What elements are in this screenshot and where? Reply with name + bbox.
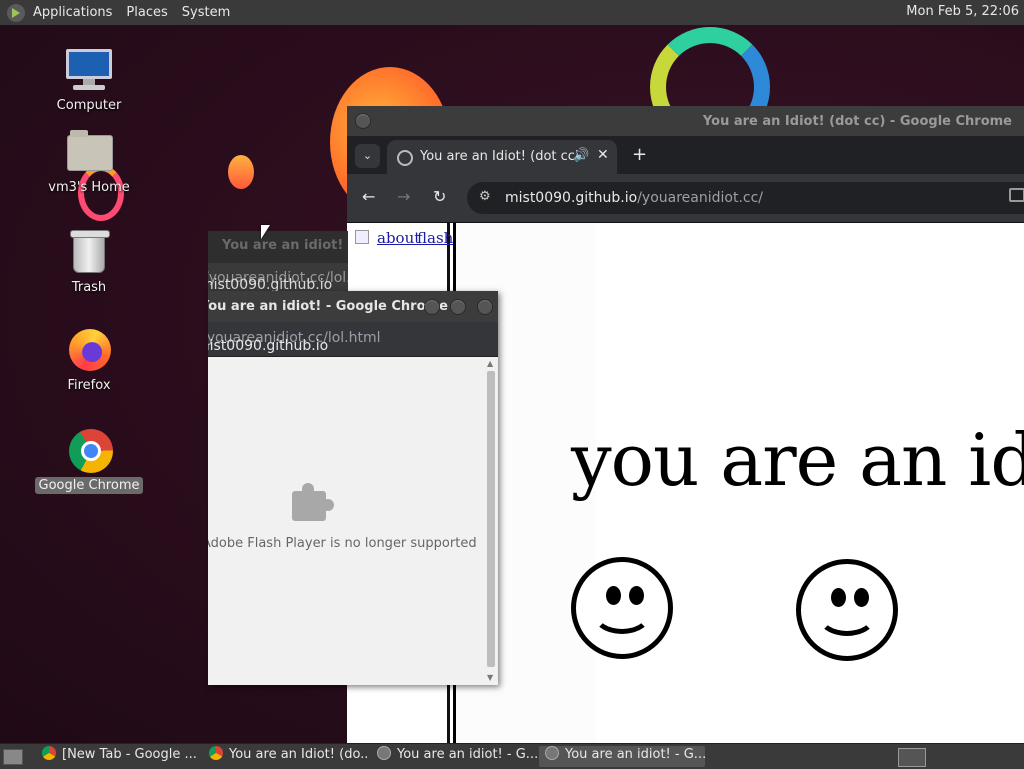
taskbar-item[interactable]: [New Tab - Google ... [36, 746, 202, 767]
globe-icon [397, 150, 413, 166]
scrollbar-thumb[interactable] [487, 371, 495, 667]
desktop-icon-home[interactable]: vm3's Home [34, 129, 144, 196]
site-info-icon[interactable]: ⚙ [479, 189, 491, 204]
flash-unsupported-message: Adobe Flash Player is no longer supporte… [208, 536, 477, 551]
close-button[interactable] [477, 299, 493, 315]
menu-applications[interactable]: Applications [33, 5, 112, 20]
popup-window-back[interactable]: You are an idiot! - Google Chrome mist00… [208, 231, 348, 295]
top-panel: Applications Places System Mon Feb 5, 22… [0, 0, 1024, 26]
desktop-icon-label: vm3's Home [48, 180, 130, 195]
globe-icon [377, 746, 391, 760]
distro-logo-icon[interactable] [7, 3, 25, 22]
desktop-icon-trash[interactable]: Trash [34, 229, 144, 296]
popup-scrollbar[interactable]: ▲ ▼ [484, 357, 498, 685]
mouse-cursor-icon [261, 225, 270, 239]
home-folder-icon [65, 129, 113, 175]
browser-toolbar: ← → ↻ ⚙ mist0090.github.io/youareanidiot… [347, 174, 1024, 223]
close-tab-icon[interactable]: ✕ [597, 147, 609, 163]
about-link[interactable]: about [377, 229, 420, 247]
scroll-up-icon[interactable]: ▲ [487, 359, 493, 368]
taskbar-item[interactable]: You are an idiot! - G... [371, 746, 537, 767]
window-title: You are an Idiot! (dot cc) - Google Chro… [702, 114, 1012, 129]
flash-link[interactable]: flash [417, 229, 453, 247]
chrome-icon [42, 746, 56, 760]
menu-places[interactable]: Places [126, 5, 167, 20]
popup-address[interactable]: mist0090.github.io/youareanidiot.cc/lol.… [208, 322, 498, 357]
forward-icon[interactable]: → [397, 187, 410, 206]
back-icon[interactable]: ← [362, 187, 375, 206]
address-bar[interactable]: ⚙ mist0090.github.io/youareanidiot.cc/ [467, 182, 1024, 214]
popup-window-front: You are an idiot! - Google Chrome mist00… [208, 291, 498, 685]
tab-strip: ⌄ You are an Idiot! (dot cc) 🔊 ✕ + [347, 136, 1024, 174]
workspace-switcher[interactable] [898, 748, 926, 767]
desktop-icon-label: Trash [71, 280, 107, 295]
taskbar-item[interactable]: You are an Idiot! (do... [203, 746, 369, 767]
chrome-icon [209, 746, 223, 760]
scroll-down-icon[interactable]: ▼ [487, 673, 493, 682]
desktop-icon-label: Google Chrome [34, 477, 144, 494]
new-tab-button[interactable]: + [632, 144, 647, 165]
desktop-icon-label: Firefox [67, 378, 111, 393]
tab-search-button[interactable]: ⌄ [355, 144, 380, 168]
maximize-button[interactable] [450, 299, 466, 315]
cast-blocked-icon[interactable] [1009, 188, 1024, 202]
smiley-icon [796, 559, 898, 661]
computer-icon [65, 47, 113, 93]
desktop-icon-computer[interactable]: Computer [34, 47, 144, 114]
right-frame: you are an idiot [453, 223, 1024, 746]
window-titlebar[interactable]: You are an Idiot! (dot cc) - Google Chro… [347, 106, 1024, 136]
window-title: You are an idiot! - Google Chrome [208, 299, 448, 314]
window-titlebar[interactable]: You are an idiot! - Google Chrome [208, 291, 498, 322]
clock[interactable]: Mon Feb 5, 22:06 [906, 4, 1019, 19]
chrome-icon [65, 427, 113, 473]
desktop-icon-chrome[interactable]: Google Chrome [34, 427, 144, 494]
window-title: You are an idiot! - Google Chrome [222, 238, 348, 253]
popup-content: Adobe Flash Player is no longer supporte… [208, 357, 484, 685]
tab-active[interactable]: You are an Idiot! (dot cc) 🔊 ✕ [387, 140, 617, 174]
taskbar-item-active[interactable]: You are an idiot! - G... [539, 746, 705, 767]
desktop-icon-firefox[interactable]: Firefox [34, 327, 144, 394]
wallpaper-dot [228, 155, 254, 189]
firefox-icon [65, 327, 113, 373]
plugin-puzzle-icon [292, 483, 334, 523]
speaker-icon[interactable]: 🔊 [573, 148, 589, 163]
smiley-icon [571, 557, 673, 659]
reload-icon[interactable]: ↻ [433, 187, 446, 206]
bottom-taskbar: [New Tab - Google ... You are an Idiot! … [0, 743, 1024, 769]
tab-title: You are an Idiot! (dot cc) [420, 149, 580, 164]
headline: you are an idiot [571, 418, 1024, 502]
minimize-button[interactable] [424, 299, 440, 315]
desktop-icon-label: Computer [56, 98, 122, 113]
broken-image-icon [355, 230, 369, 244]
globe-icon [545, 746, 559, 760]
address-url[interactable]: mist0090.github.io/youareanidiot.cc/ [505, 190, 763, 206]
trash-icon [65, 229, 113, 275]
show-desktop-icon[interactable] [3, 749, 23, 765]
menu-system[interactable]: System [182, 5, 230, 20]
